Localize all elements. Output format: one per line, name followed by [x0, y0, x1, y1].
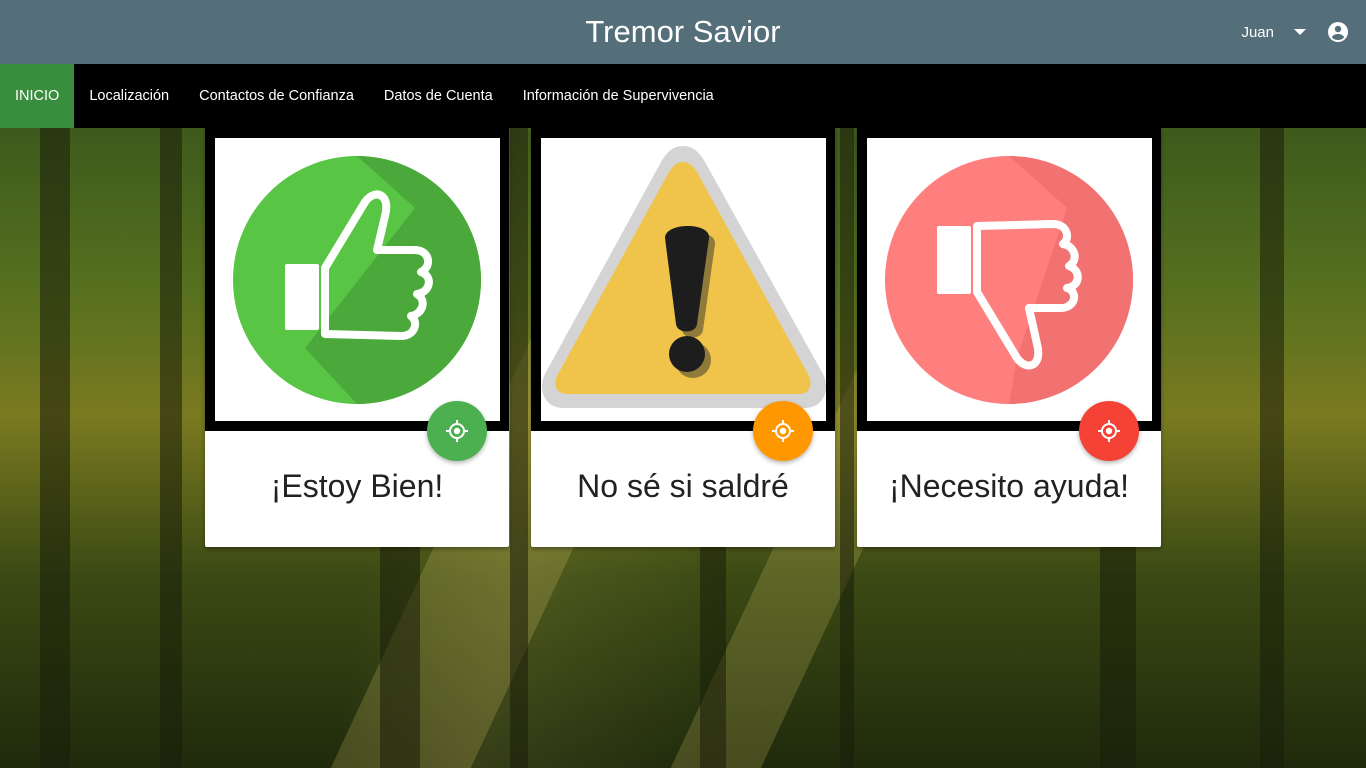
card-image	[205, 128, 509, 431]
card-image	[857, 128, 1161, 431]
card-title: ¡Estoy Bien!	[270, 468, 444, 504]
send-location-button[interactable]	[753, 401, 813, 461]
user-area[interactable]: Juan	[1241, 0, 1350, 64]
warning-icon	[541, 146, 826, 408]
nav-item-inicio[interactable]: INICIO	[0, 64, 75, 128]
card-no-se-si-saldre[interactable]: No sé si saldré	[531, 128, 835, 547]
card-necesito-ayuda[interactable]: ¡Necesito ayuda!	[857, 128, 1161, 547]
main-navbar: INICIO Localización Contactos de Confian…	[0, 64, 1366, 128]
status-cards: ¡Estoy Bien! No sé si saldré ¡Necesito a…	[205, 128, 1161, 548]
user-name[interactable]: Juan	[1241, 24, 1274, 41]
thumbs-down-icon	[885, 156, 1133, 404]
gps-fixed-icon	[1098, 420, 1120, 442]
account-circle-icon[interactable]	[1326, 20, 1350, 44]
card-estoy-bien[interactable]: ¡Estoy Bien!	[205, 128, 509, 547]
send-location-button[interactable]	[1079, 401, 1139, 461]
tree-trunk	[160, 128, 182, 768]
app-header: Tremor Savior Juan	[0, 0, 1366, 64]
nav-item-localizacion[interactable]: Localización	[74, 64, 184, 128]
card-image	[531, 128, 835, 431]
card-title: ¡Necesito ayuda!	[888, 468, 1130, 504]
tree-trunk	[1260, 128, 1284, 768]
gps-fixed-icon	[446, 420, 468, 442]
thumbs-up-icon	[233, 156, 481, 404]
nav-item-contactos-de-confianza[interactable]: Contactos de Confianza	[184, 64, 369, 128]
nav-item-informacion-de-supervivencia[interactable]: Información de Supervivencia	[508, 64, 729, 128]
nav-item-datos-de-cuenta[interactable]: Datos de Cuenta	[369, 64, 508, 128]
app-title: Tremor Savior	[585, 14, 781, 49]
send-location-button[interactable]	[427, 401, 487, 461]
tree-trunk	[40, 128, 70, 768]
gps-fixed-icon	[772, 420, 794, 442]
arrow-drop-down-icon[interactable]	[1294, 29, 1306, 35]
card-title: No sé si saldré	[577, 468, 789, 504]
